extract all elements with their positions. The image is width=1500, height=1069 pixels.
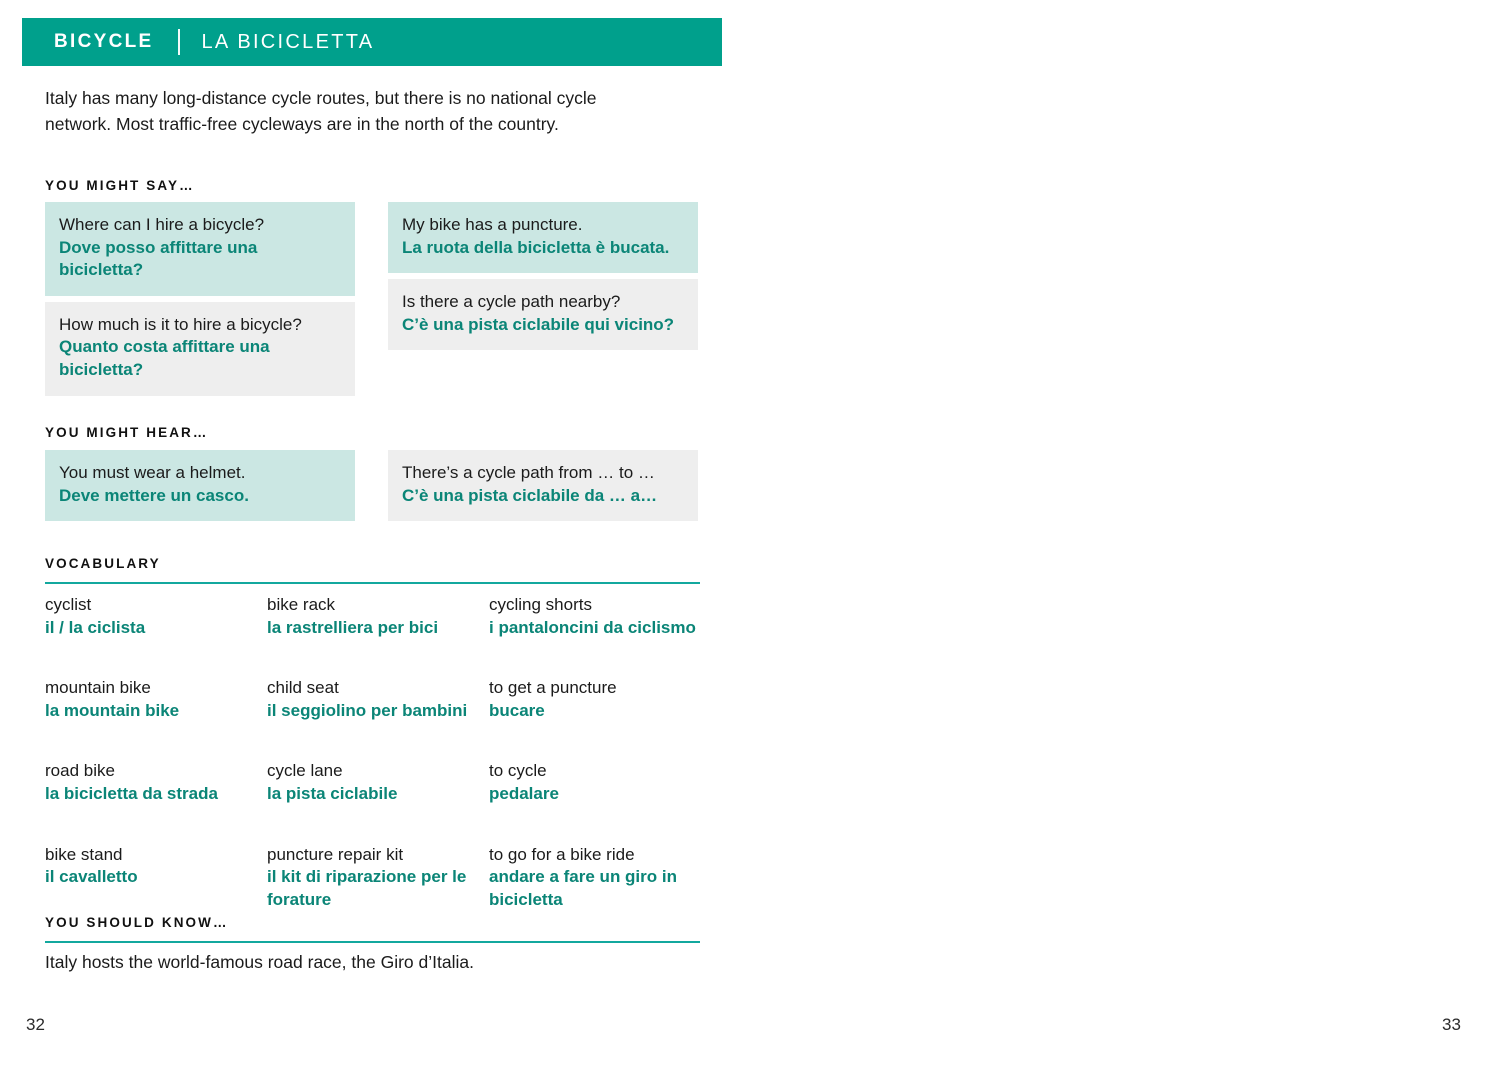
phrase-en: Is there a cycle path nearby? xyxy=(402,292,621,312)
vocab-it: il / la ciclista xyxy=(45,617,146,637)
phrase-card: There’s a cycle path from … to … C’è una… xyxy=(388,450,698,522)
phrase-en: You must wear a helmet. xyxy=(59,463,246,482)
you-might-say-column-left: Where can I hire a bicycle? Dove posso a… xyxy=(45,202,355,396)
chapter-title-it: LA BICICLETTA xyxy=(201,30,375,53)
phrase-card: How much is it to hire a bicycle? Quanto… xyxy=(45,301,355,396)
you-should-know-rule xyxy=(45,941,700,943)
intro-paragraph: Italy has many long-distance cycle route… xyxy=(45,88,597,134)
vocabulary-column: bike rack la rastrelliera per bici child… xyxy=(267,594,489,929)
phrase-it: Dove posso affittare una bicicletta? xyxy=(59,237,258,280)
vocab-en: road bike xyxy=(45,761,115,781)
vocabulary-item: puncture repair kit il kit di riparazion… xyxy=(267,844,489,912)
vocab-en: child seat xyxy=(267,678,339,698)
vocabulary-grid: cyclist il / la ciclista mountain bike l… xyxy=(45,594,710,929)
vocab-it: il seggiolino per bambini xyxy=(267,700,468,720)
vocab-it: la rastrelliera per bici xyxy=(267,617,439,637)
left-page: BICYCLE LA BICICLETTA Italy has many lon… xyxy=(0,0,760,1069)
phrase-en: There’s a cycle path from … to … xyxy=(402,463,655,482)
phrase-it: Deve mettere un casco. xyxy=(59,485,249,505)
vocabulary-rule xyxy=(45,582,700,584)
vocab-it: la pista ciclabile xyxy=(267,784,398,804)
you-might-hear-column-right: There’s a cycle path from … to … C’è una… xyxy=(388,450,698,522)
vocabulary-column: cycling shorts i pantaloncini da ciclism… xyxy=(489,594,710,929)
phrase-card: Is there a cycle path nearby? C’è una pi… xyxy=(388,279,698,351)
vocab-it: i pantaloncini da ciclismo xyxy=(489,617,696,637)
vocab-it: bucare xyxy=(489,700,545,720)
vocab-it: il cavalletto xyxy=(45,867,138,887)
phrase-en: My bike has a puncture. xyxy=(402,215,583,234)
vocab-en: to go for a bike ride xyxy=(489,844,635,864)
vocabulary-item: to go for a bike ride andare a fare un g… xyxy=(489,844,710,912)
vocabulary-item: child seat il seggiolino per bambini xyxy=(267,677,489,722)
phrase-it: Quanto costa affittare una bicicletta? xyxy=(59,337,270,380)
vocabulary-item: bike rack la rastrelliera per bici xyxy=(267,594,489,639)
phrase-card: My bike has a puncture. La ruota della b… xyxy=(388,202,698,274)
vocab-en: cycle lane xyxy=(267,761,343,781)
vocabulary-item: cycling shorts i pantaloncini da ciclism… xyxy=(489,594,710,639)
vocab-en: bike stand xyxy=(45,844,123,864)
you-might-say-column-right: My bike has a puncture. La ruota della b… xyxy=(388,202,698,351)
vocab-it: andare a fare un giro in bicicletta xyxy=(489,867,677,909)
phrase-card: Where can I hire a bicycle? Dove posso a… xyxy=(45,202,355,296)
chapter-banner: BICYCLE LA BICICLETTA xyxy=(22,18,722,66)
you-should-know-text: Italy hosts the world-famous road race, … xyxy=(45,952,474,972)
page-number-right: 33 xyxy=(1442,1015,1461,1034)
you-might-hear-label: YOU MIGHT HEAR… xyxy=(45,425,209,440)
right-page: ACCESSORIES xyxy=(760,0,1500,1069)
you-might-hear-column-left: You must wear a helmet. Deve mettere un … xyxy=(45,450,355,522)
phrase-it: C’è una pista ciclabile da … a… xyxy=(402,485,658,505)
banner-divider xyxy=(177,29,180,55)
vocab-it: pedalare xyxy=(489,784,559,804)
vocabulary-item: cycle lane la pista ciclabile xyxy=(267,760,489,805)
vocab-en: to get a puncture xyxy=(489,678,617,698)
vocab-en: bike rack xyxy=(267,595,336,614)
vocab-it: la bicicletta da strada xyxy=(45,784,218,804)
chapter-title-en: BICYCLE xyxy=(54,31,154,52)
phrase-en: How much is it to hire a bicycle? xyxy=(59,314,302,334)
vocabulary-label: VOCABULARY xyxy=(45,556,161,571)
phrase-card: You must wear a helmet. Deve mettere un … xyxy=(45,450,355,522)
vocab-it: la mountain bike xyxy=(45,700,180,720)
vocabulary-column: cyclist il / la ciclista mountain bike l… xyxy=(45,594,267,929)
vocabulary-item: mountain bike la mountain bike xyxy=(45,677,267,722)
phrase-it: C’è una pista ciclabile qui vicino? xyxy=(402,314,675,334)
you-should-know-label: YOU SHOULD KNOW… xyxy=(45,915,229,930)
vocab-en: mountain bike xyxy=(45,678,151,698)
vocabulary-item: to cycle pedalare xyxy=(489,760,710,805)
vocab-en: puncture repair kit xyxy=(267,844,404,864)
vocabulary-item: bike stand il cavalletto xyxy=(45,844,267,889)
vocabulary-item: road bike la bicicletta da strada xyxy=(45,760,267,805)
vocab-it: il kit di riparazione per le forature xyxy=(267,867,467,909)
phrase-it: La ruota della bicicletta è bucata. xyxy=(402,237,670,257)
you-might-say-label: YOU MIGHT SAY… xyxy=(45,178,195,193)
vocab-en: cycling shorts xyxy=(489,595,592,614)
phrase-en: Where can I hire a bicycle? xyxy=(59,215,265,234)
vocab-en: to cycle xyxy=(489,761,547,781)
vocab-en: cyclist xyxy=(45,595,92,614)
vocabulary-item: to get a puncture bucare xyxy=(489,677,710,722)
page-number-left: 32 xyxy=(26,1015,45,1034)
vocabulary-item: cyclist il / la ciclista xyxy=(45,594,267,639)
